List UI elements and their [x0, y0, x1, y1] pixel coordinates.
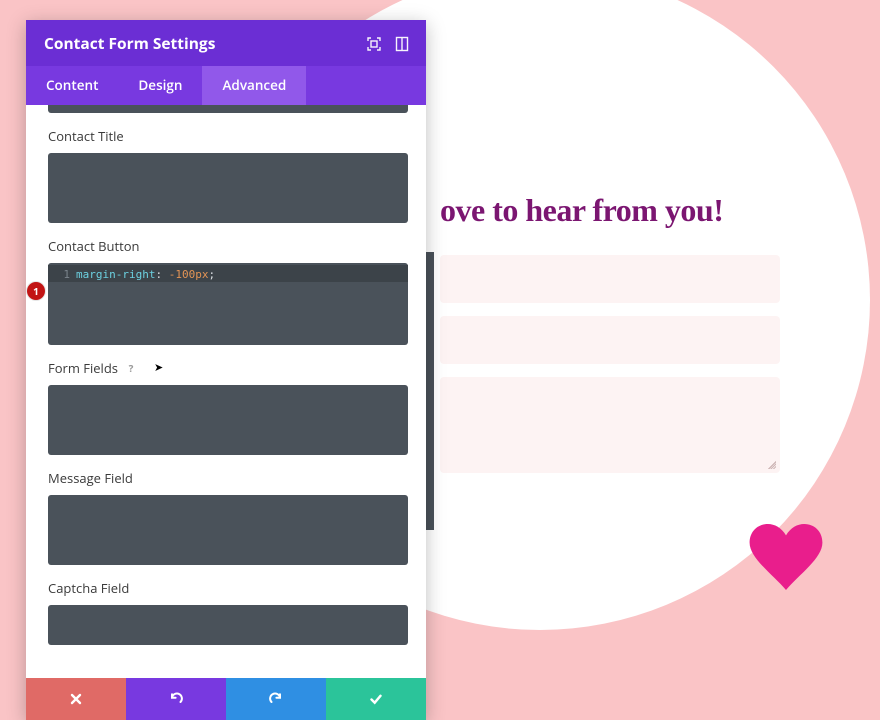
- code-editor-message-field[interactable]: [48, 495, 408, 565]
- tabs: Content Design Advanced: [26, 66, 426, 105]
- token-property: margin-right: [76, 267, 155, 282]
- panel-edge-shadow: [426, 252, 434, 530]
- tab-advanced[interactable]: Advanced: [202, 66, 306, 105]
- tab-content[interactable]: Content: [26, 66, 118, 105]
- expand-icon[interactable]: [366, 35, 382, 51]
- label-message-field: Message Field: [48, 469, 408, 487]
- label-contact-title: Contact Title: [48, 127, 408, 145]
- cursor-icon: ➤: [154, 360, 163, 375]
- code-line-1: 1 margin-right : -100px ;: [56, 267, 215, 282]
- label-captcha-field: Captcha Field: [48, 579, 408, 597]
- hero-heading: ove to hear from you!: [440, 192, 723, 229]
- code-editor-captcha-field[interactable]: [48, 605, 408, 645]
- panel-footer: [26, 678, 426, 720]
- label-form-fields-text: Form Fields: [48, 359, 118, 377]
- line-number: 1: [56, 267, 70, 282]
- label-contact-button: Contact Button: [48, 237, 408, 255]
- code-editor-partial[interactable]: [48, 105, 408, 113]
- panel-title: Contact Form Settings: [44, 32, 354, 54]
- annotation-marker-1: 1: [27, 282, 45, 300]
- save-button[interactable]: [326, 678, 426, 720]
- code-editor-form-fields[interactable]: [48, 385, 408, 455]
- code-editor-contact-title[interactable]: [48, 153, 408, 223]
- token-colon: :: [155, 267, 168, 282]
- preview-message-field[interactable]: [440, 377, 780, 473]
- redo-button[interactable]: [226, 678, 326, 720]
- heart-icon: [749, 524, 823, 590]
- snap-icon[interactable]: [394, 35, 410, 51]
- token-value: -100px: [169, 267, 209, 282]
- undo-button[interactable]: [126, 678, 226, 720]
- preview-email-field[interactable]: [440, 316, 780, 364]
- tab-design[interactable]: Design: [118, 66, 202, 105]
- token-semicolon: ;: [208, 267, 215, 282]
- label-form-fields: Form Fields ? ➤: [48, 359, 408, 377]
- panel-header: Contact Form Settings Content Design Adv…: [26, 20, 426, 105]
- preview-name-field[interactable]: [440, 255, 780, 303]
- code-editor-contact-button[interactable]: 1 margin-right : -100px ;: [48, 263, 408, 345]
- panel-body: Contact Title Contact Button 1 margin-ri…: [26, 105, 426, 678]
- help-icon[interactable]: ?: [124, 361, 138, 375]
- settings-panel: Contact Form Settings Content Design Adv…: [26, 20, 426, 720]
- cancel-button[interactable]: [26, 678, 126, 720]
